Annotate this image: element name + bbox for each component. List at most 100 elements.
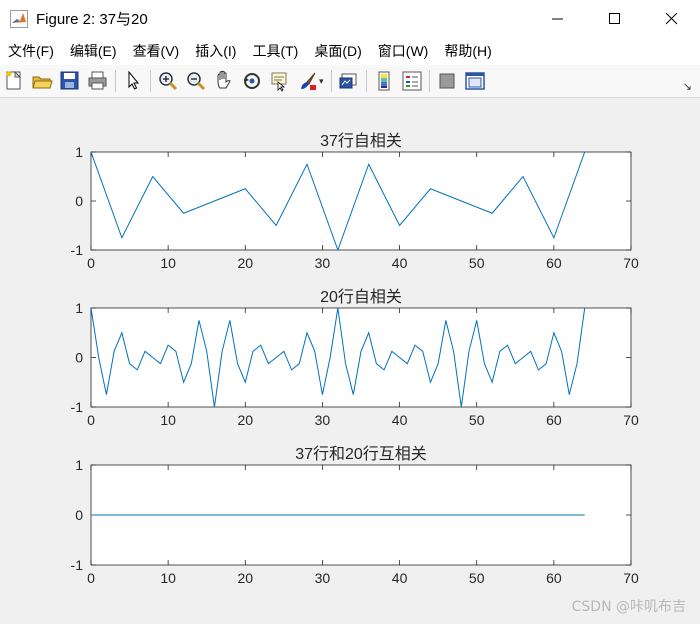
- print-icon: [88, 71, 107, 90]
- axes-title: 20行自相关: [320, 288, 402, 306]
- menu-view[interactable]: 查看(V): [125, 41, 188, 61]
- show-plot-tools-button[interactable]: [464, 70, 486, 92]
- matlab-logo-icon: [10, 9, 28, 28]
- x-tick-label: 60: [546, 412, 562, 428]
- x-tick-label: 30: [315, 412, 331, 428]
- toolbar-separator: [330, 70, 332, 92]
- menu-tools[interactable]: 工具(T): [244, 41, 306, 61]
- axes-2[interactable]: 20行自相关0 10 20 30 40 50 60 70-101: [71, 288, 639, 428]
- open-file-icon: [32, 76, 53, 89]
- y-tick-label: 1: [75, 300, 83, 316]
- x-tick-label: 20: [237, 570, 253, 586]
- pan-button[interactable]: [213, 70, 235, 92]
- x-tick-label: 70: [623, 570, 639, 586]
- menu-window[interactable]: 窗口(W): [370, 41, 437, 61]
- window-title: Figure 2: 37与20: [36, 11, 148, 28]
- minimize-icon: [551, 18, 563, 19]
- axes-box: [90, 151, 632, 251]
- close-icon: [665, 12, 677, 24]
- link-plot-button[interactable]: [338, 70, 360, 92]
- close-button[interactable]: [643, 0, 700, 37]
- title-bar: Figure 2: 37与20: [0, 0, 700, 37]
- x-tick-label: 0: [87, 570, 95, 586]
- x-tick-label: 50: [469, 570, 485, 586]
- new-figure-button[interactable]: [3, 70, 25, 92]
- minimize-button[interactable]: [529, 0, 586, 37]
- pointer-button[interactable]: [122, 70, 144, 92]
- y-tick-label: 1: [75, 144, 83, 160]
- figure-plot-area: 37行自相关0 10 20 30 40 50 60 70-10120行自相关0 10 20 30 40…: [71, 132, 639, 586]
- menu-file[interactable]: 文件(F): [0, 41, 62, 61]
- legend-button[interactable]: [401, 70, 423, 92]
- pointer-icon: [128, 70, 140, 90]
- x-tick-label: 0: [87, 412, 95, 428]
- menu-bar: 文件(F) 编辑(E) 查看(V) 插入(I) 工具(T) 桌面(D) 窗口(W…: [0, 37, 700, 65]
- axes-title: 37行和20行互相关: [295, 445, 427, 463]
- x-tick-label: 10: [160, 255, 176, 271]
- toolbar-separator: [365, 70, 367, 92]
- legend-icon: [402, 71, 422, 91]
- menu-insert[interactable]: 插入(I): [187, 41, 244, 61]
- toolbar-separator: [115, 70, 116, 92]
- colorbar-button[interactable]: [373, 70, 395, 92]
- x-tick-label: 40: [392, 412, 408, 428]
- y-tick-label: 0: [75, 193, 83, 209]
- x-tick-label: 50: [469, 255, 485, 271]
- zoom-out-icon: [187, 72, 206, 91]
- y-tick-label: -1: [71, 557, 84, 573]
- x-tick-label: 30: [315, 570, 331, 586]
- data-cursor-button[interactable]: [269, 70, 291, 92]
- new-figure-icon: [6, 70, 22, 90]
- brush-icon: [301, 72, 316, 90]
- x-tick-label: 40: [392, 570, 408, 586]
- menu-help[interactable]: 帮助(H): [436, 41, 499, 61]
- y-tick-label: -1: [71, 242, 84, 258]
- x-tick-label: 20: [237, 412, 253, 428]
- x-tick-label: 70: [623, 412, 639, 428]
- hide-plot-tools-button[interactable]: [436, 70, 458, 92]
- figure-toolbar: ▾: [0, 65, 700, 98]
- x-tick-label: 40: [392, 255, 408, 271]
- menu-desktop[interactable]: 桌面(D): [306, 41, 369, 61]
- y-tick-label: 0: [75, 350, 83, 366]
- data-cursor-icon: [271, 72, 287, 92]
- axes-3[interactable]: 37行和20行互相关0 10 20 30 40 50 60 70-101: [71, 445, 639, 586]
- zoom-in-button[interactable]: [157, 70, 179, 92]
- x-tick-label: 20: [237, 255, 253, 271]
- zoom-in-icon: [159, 72, 178, 91]
- x-tick-label: 30: [315, 255, 331, 271]
- print-button[interactable]: [87, 70, 109, 92]
- rotate-3d-button[interactable]: [241, 70, 263, 92]
- show-plot-tools-icon: [464, 72, 485, 90]
- x-tick-label: 0: [87, 255, 95, 271]
- figure-canvas: 37行自相关 0 10 20 30 40 50 60 70 -1 0 1 20行自相关 0 10 20 30 40…: [0, 98, 700, 624]
- menu-edit[interactable]: 编辑(E): [62, 41, 125, 61]
- y-tick-label: 0: [75, 507, 83, 523]
- save-button[interactable]: [59, 70, 81, 92]
- axes-box: [90, 307, 632, 408]
- open-file-button[interactable]: [31, 70, 53, 92]
- zoom-out-button[interactable]: [185, 70, 207, 92]
- x-tick-label: 60: [546, 255, 562, 271]
- axes-title: 37行自相关: [320, 132, 402, 150]
- toolbar-dock-arrow-icon[interactable]: ↘: [683, 80, 692, 93]
- maximize-button[interactable]: [586, 0, 643, 37]
- save-icon: [60, 71, 79, 90]
- rotate-3d-icon: [244, 73, 260, 89]
- pan-icon: [217, 70, 231, 89]
- x-tick-label: 10: [160, 570, 176, 586]
- maximize-icon: [608, 12, 620, 24]
- x-tick-label: 50: [469, 412, 485, 428]
- x-tick-label: 60: [546, 570, 562, 586]
- y-tick-label: 1: [75, 457, 83, 473]
- y-tick-label: -1: [71, 399, 84, 415]
- toolbar-separator: [150, 70, 151, 92]
- colorbar-icon: [378, 71, 390, 91]
- hide-plot-tools-icon: [439, 73, 455, 89]
- x-tick-label: 10: [160, 412, 176, 428]
- brush-button[interactable]: [297, 70, 319, 92]
- x-tick-label: 70: [623, 255, 639, 271]
- link-plot-icon: [339, 73, 357, 89]
- brush-dropdown-icon[interactable]: ▾: [319, 76, 324, 87]
- axes-1[interactable]: 37行自相关0 10 20 30 40 50 60 70-101: [71, 132, 639, 271]
